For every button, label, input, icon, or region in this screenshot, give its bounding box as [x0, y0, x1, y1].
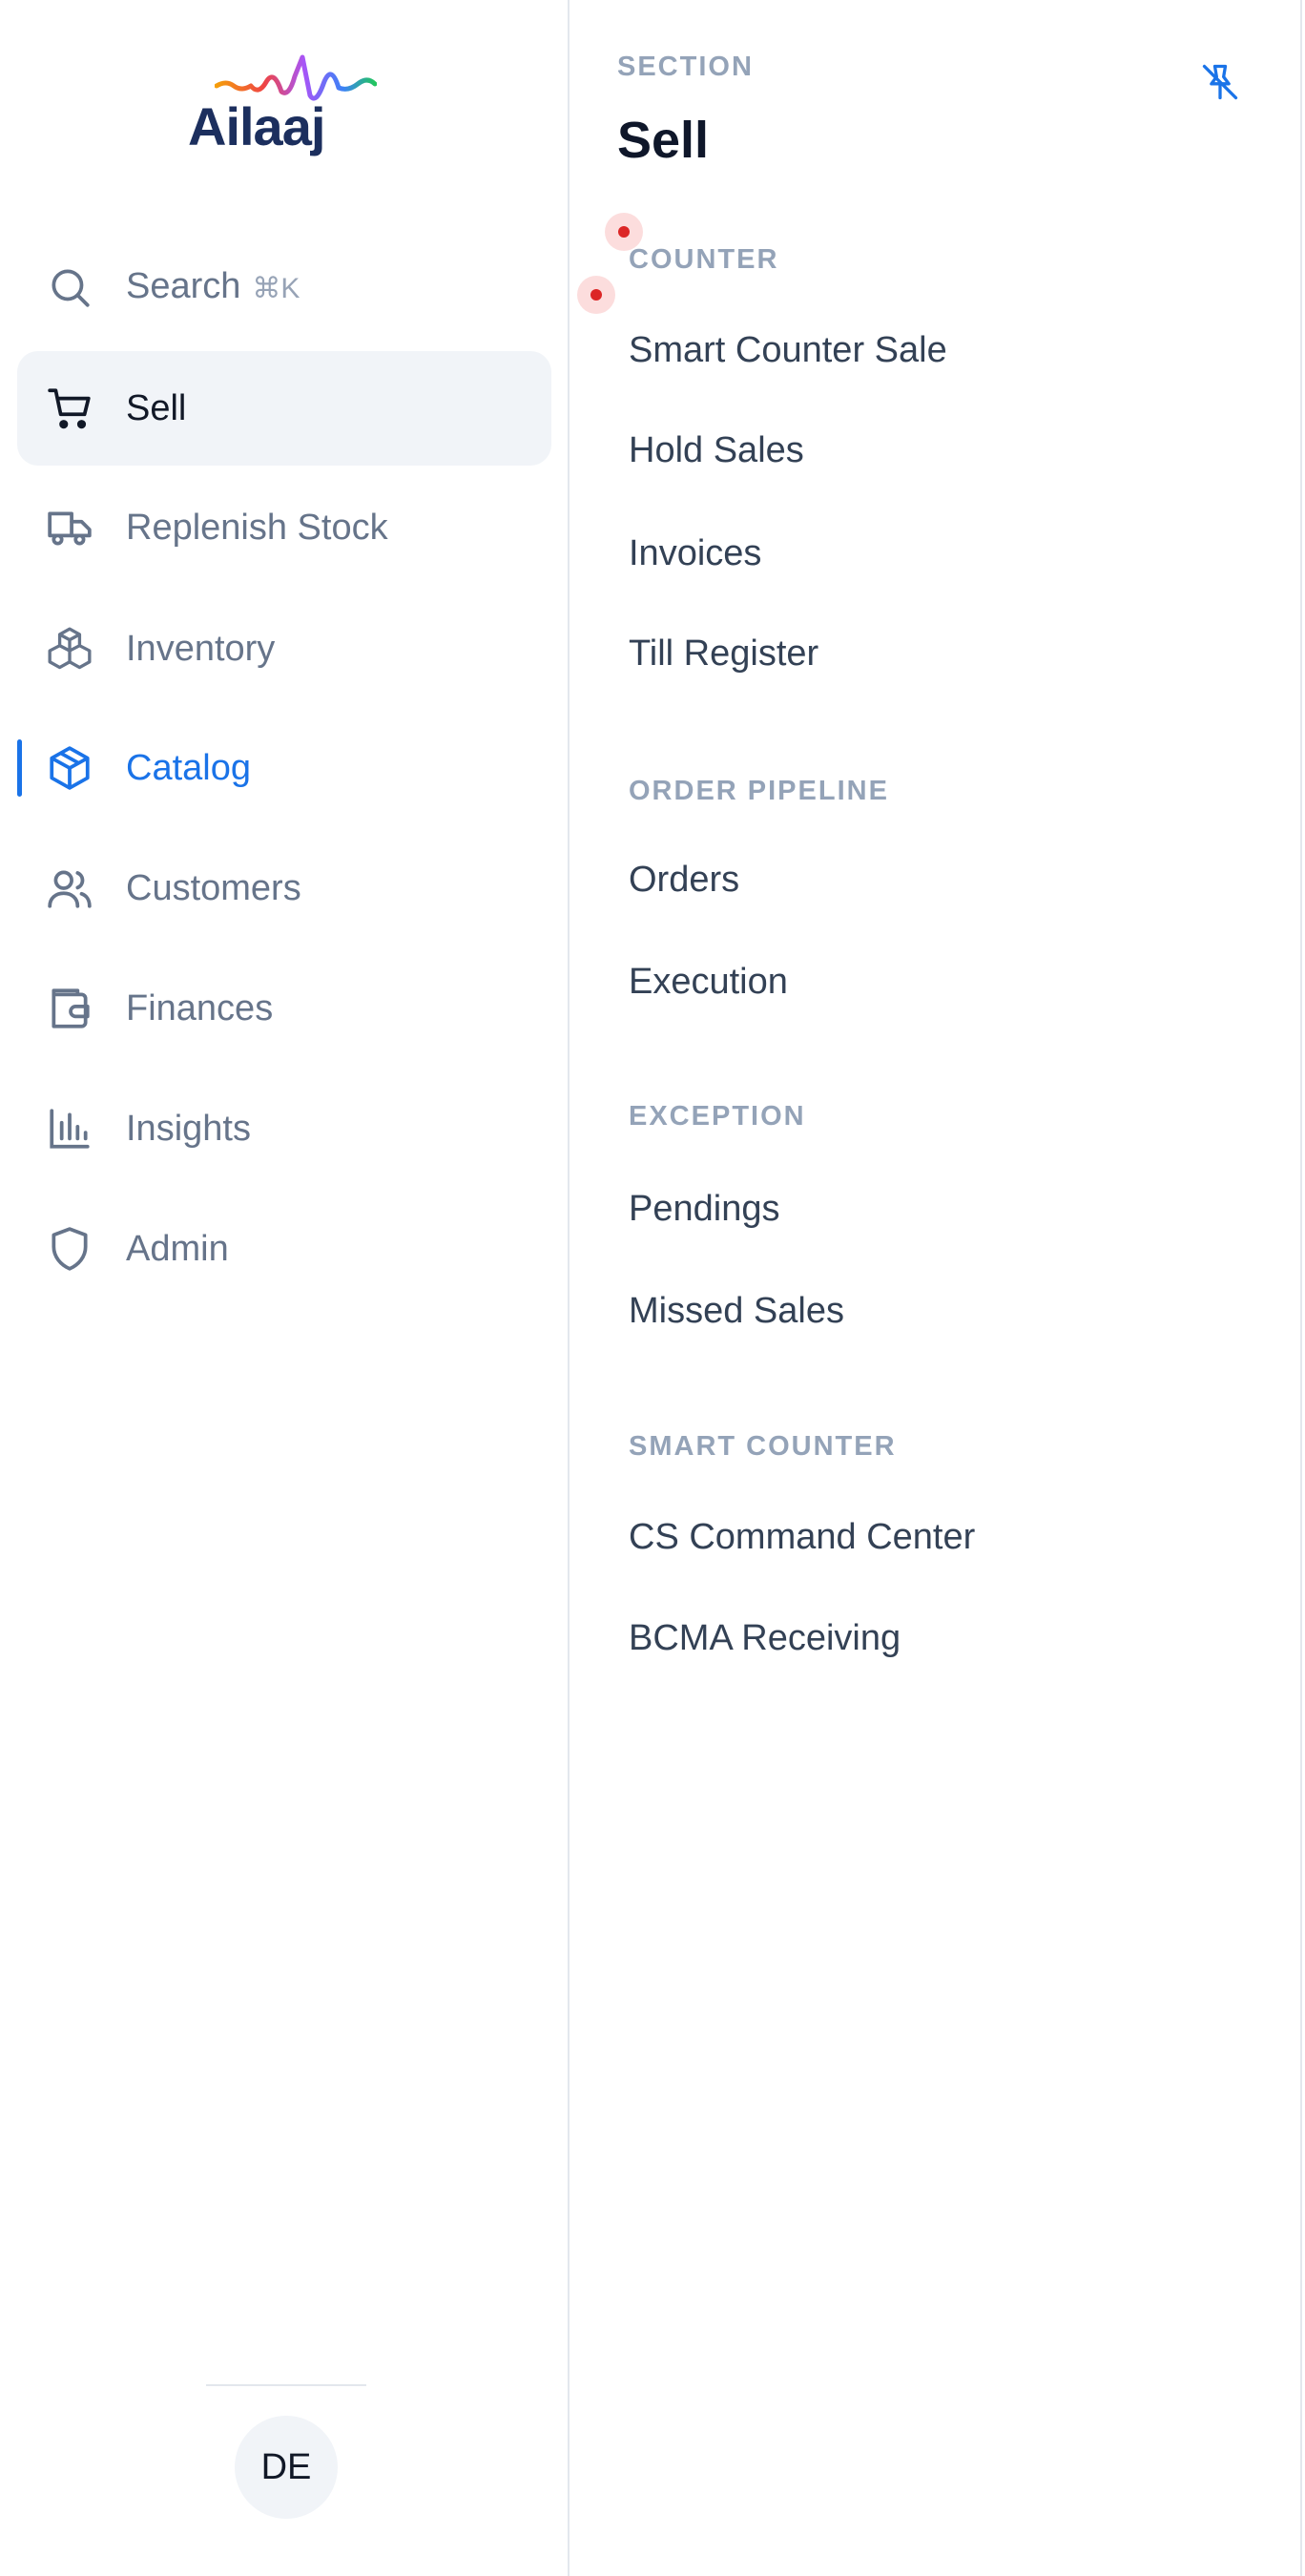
sidebar-item-sell[interactable]: Sell — [17, 351, 551, 466]
shield-icon — [46, 1225, 93, 1273]
sidebar-divider — [206, 2384, 366, 2386]
search-icon — [46, 263, 93, 311]
group-label-exception: EXCEPTION — [629, 1101, 806, 1132]
sidebar-item-label: Inventory — [126, 629, 276, 669]
user-avatar[interactable]: DE — [235, 2416, 338, 2519]
sidebar-item-catalog[interactable]: Catalog — [17, 711, 551, 825]
group-label-order-pipeline: ORDER PIPELINE — [629, 776, 889, 806]
truck-icon — [46, 504, 93, 551]
nav-link-missed-sales[interactable]: Missed Sales — [629, 1288, 844, 1334]
section-eyebrow: SECTION — [617, 52, 754, 82]
primary-sidebar: Ailaaj Search ⌘K Sell Replenish Stock Inv… — [0, 0, 570, 2576]
group-label-smart-counter: SMART COUNTER — [629, 1431, 897, 1462]
nav-link-pendings[interactable]: Pendings — [629, 1186, 779, 1232]
sidebar-item-label: Replenish Stock — [126, 508, 388, 548]
bar-chart-icon — [46, 1105, 93, 1153]
sidebar-search[interactable]: Search ⌘K — [17, 230, 551, 344]
nav-link-cs-command-center[interactable]: CS Command Center — [629, 1514, 975, 1560]
current-indicator — [17, 739, 22, 797]
notification-dot — [577, 276, 615, 314]
cart-icon — [46, 384, 93, 432]
sidebar-item-label: Finances — [126, 988, 274, 1028]
sidebar-item-inventory[interactable]: Inventory — [17, 592, 551, 706]
sidebar-search-label: Search ⌘K — [126, 265, 300, 306]
sidebar-item-customers[interactable]: Customers — [17, 831, 551, 945]
nav-link-bcma-receiving[interactable]: BCMA Receiving — [629, 1615, 901, 1661]
section-title: Sell — [617, 112, 710, 169]
sidebar-item-insights[interactable]: Insights — [17, 1071, 551, 1186]
sidebar-item-admin[interactable]: Admin — [17, 1192, 551, 1306]
sidebar-item-label: Insights — [126, 1109, 251, 1149]
sidebar-item-label: Catalog — [126, 748, 251, 788]
search-shortcut: ⌘K — [252, 272, 300, 304]
unpin-icon — [1202, 64, 1238, 100]
nav-link-smart-counter-sale[interactable]: Smart Counter Sale — [629, 327, 947, 373]
sidebar-item-label: Customers — [126, 868, 301, 908]
nav-link-invoices[interactable]: Invoices — [629, 530, 761, 576]
sidebar-item-label: Sell — [126, 388, 187, 428]
brand-logo[interactable]: Ailaaj — [184, 53, 384, 160]
wallet-icon — [46, 985, 93, 1032]
package-icon — [46, 744, 93, 792]
sidebar-item-label: Admin — [126, 1229, 229, 1269]
nav-link-till-register[interactable]: Till Register — [629, 631, 818, 676]
brand-wordmark: Ailaaj — [188, 96, 325, 156]
group-label-counter: COUNTER — [629, 244, 779, 275]
boxes-icon — [46, 625, 93, 673]
nav-link-execution[interactable]: Execution — [629, 959, 788, 1005]
nav-link-orders[interactable]: Orders — [629, 857, 739, 903]
nav-link-hold-sales[interactable]: Hold Sales — [629, 427, 804, 473]
unpin-button[interactable] — [1195, 57, 1245, 107]
sidebar-item-replenish-stock[interactable]: Replenish Stock — [17, 470, 551, 585]
section-panel: SECTION Sell COUNTER Smart Counter Sale … — [571, 0, 1302, 2576]
sidebar-item-finances[interactable]: Finances — [17, 951, 551, 1066]
users-icon — [46, 864, 93, 912]
